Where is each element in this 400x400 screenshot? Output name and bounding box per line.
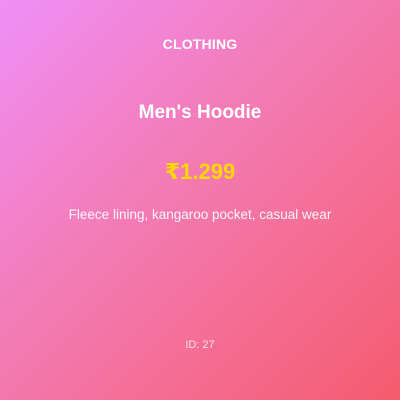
product-description: Fleece lining, kangaroo pocket, casual w… (68, 207, 332, 222)
product-price: ₹1.299 (164, 159, 236, 184)
product-card: CLOTHING Men's Hoodie ₹1.299 Fleece lini… (0, 0, 400, 400)
product-id: ID: 27 (185, 339, 215, 351)
product-category: CLOTHING (162, 36, 238, 52)
product-name: Men's Hoodie (138, 102, 262, 123)
